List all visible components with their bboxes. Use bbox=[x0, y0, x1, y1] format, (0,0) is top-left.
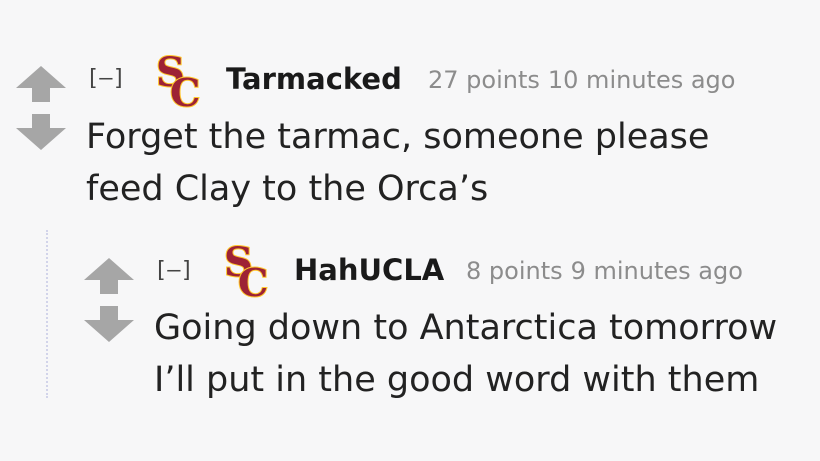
author-name[interactable]: HahUCLA bbox=[294, 253, 444, 287]
comment-body-line: Forget the tarmac, someone please bbox=[86, 117, 710, 157]
svg-text:C: C bbox=[238, 260, 268, 298]
svg-text:C: C bbox=[170, 70, 200, 108]
comment-body: Going down to Antarctica tomorrow I’ll p… bbox=[154, 302, 777, 406]
usc-sc-logo-icon: S C bbox=[155, 48, 201, 116]
comment-meta: 27 points 10 minutes ago bbox=[428, 66, 735, 94]
comment-body: Forget the tarmac, someone please feed C… bbox=[86, 111, 709, 215]
downvote-arrow-icon[interactable] bbox=[14, 112, 68, 152]
downvote-arrow-icon[interactable] bbox=[82, 304, 136, 344]
usc-sc-logo-icon: S C bbox=[223, 238, 269, 306]
comment-timestamp[interactable]: 9 minutes ago bbox=[571, 257, 743, 285]
comment-meta: 8 points 9 minutes ago bbox=[466, 257, 743, 285]
comment-reply: [–] S C HahUCLA 8 points 9 minutes ago Go… bbox=[40, 228, 820, 428]
comment-body-line: I’ll put in the good word with them bbox=[154, 360, 760, 400]
comment-timestamp[interactable]: 10 minutes ago bbox=[548, 66, 736, 94]
collapse-toggle[interactable]: [–] bbox=[154, 258, 194, 283]
upvote-arrow-icon[interactable] bbox=[14, 64, 68, 104]
comment-score: 27 points bbox=[428, 66, 540, 94]
upvote-arrow-icon[interactable] bbox=[82, 256, 136, 296]
comment-body-line: Going down to Antarctica tomorrow bbox=[154, 308, 778, 348]
collapse-toggle[interactable]: [–] bbox=[86, 66, 126, 91]
author-name[interactable]: Tarmacked bbox=[226, 62, 402, 96]
comment: [–] S C Tarmacked 27 points 10 minutes ag… bbox=[0, 0, 820, 215]
comment-score: 8 points bbox=[466, 257, 563, 285]
comment-thread: [–] S C Tarmacked 27 points 10 minutes ag… bbox=[0, 0, 820, 461]
comment-body-line: feed Clay to the Orca’s bbox=[86, 169, 489, 209]
